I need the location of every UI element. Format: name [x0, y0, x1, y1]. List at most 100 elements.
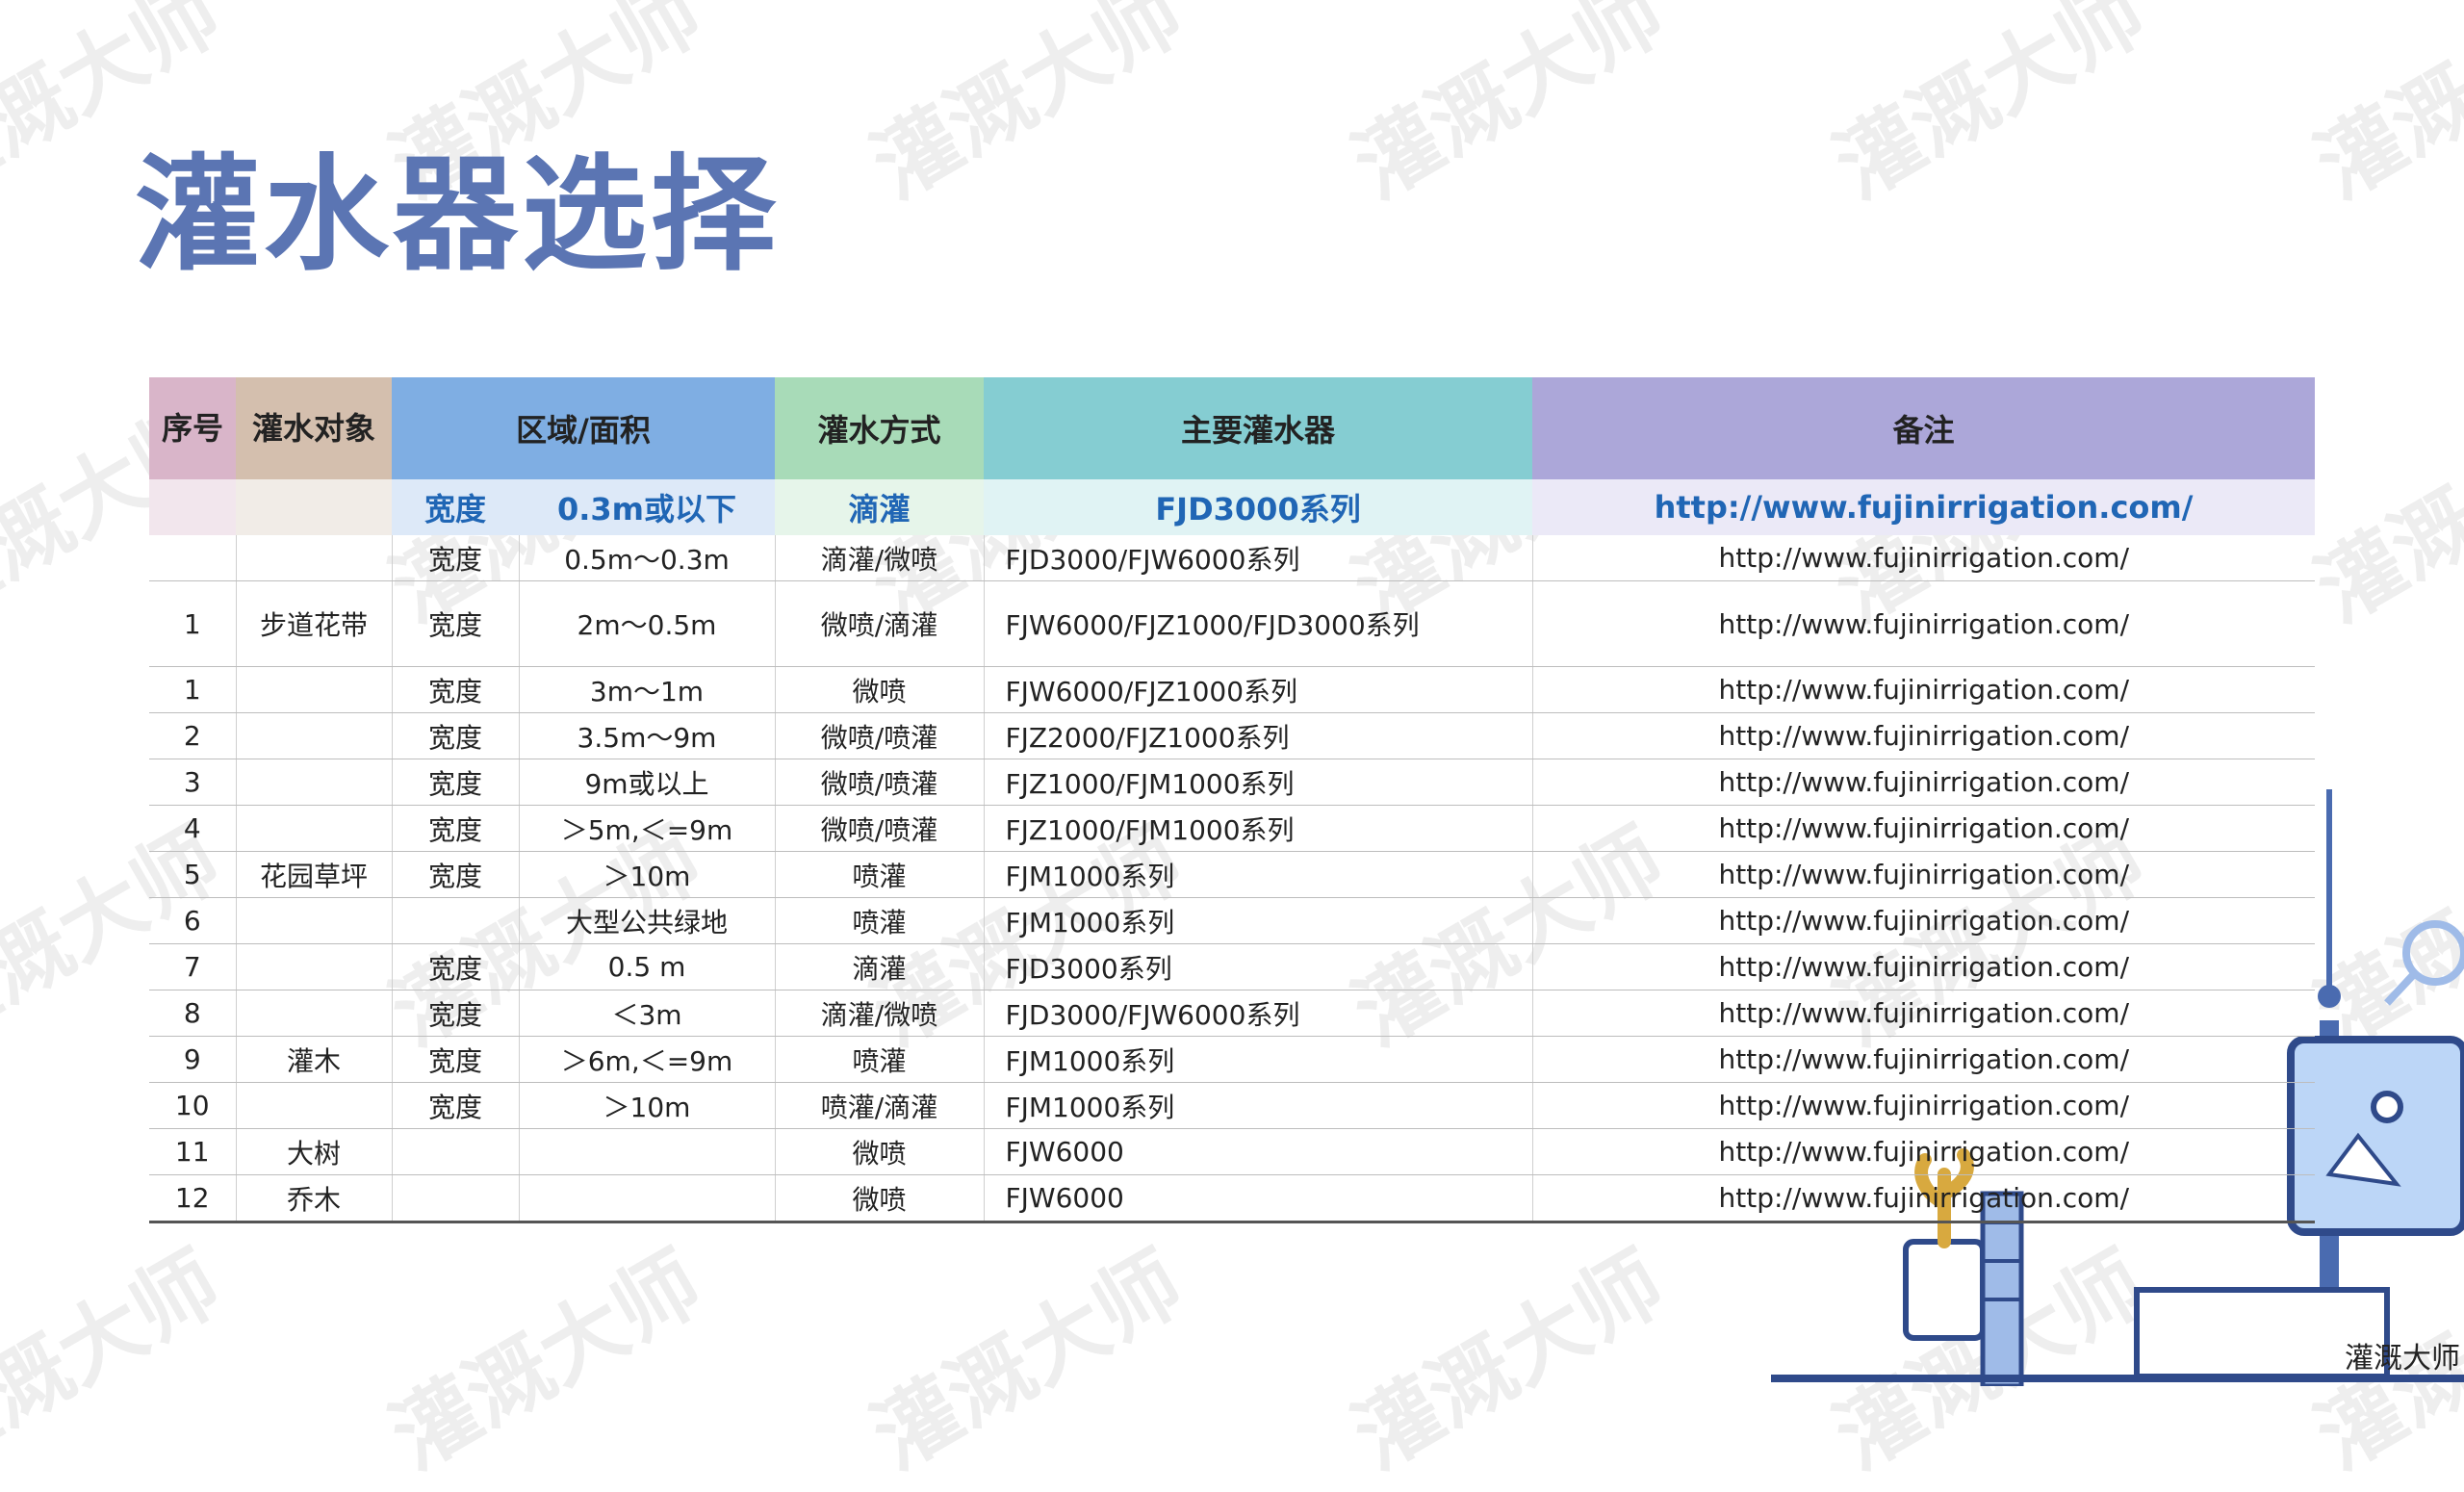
cell-main-irrigator: FJM1000系列: [983, 1036, 1533, 1083]
cell-object: 花园草坪: [235, 851, 392, 898]
cell-method: 微喷/喷灌: [774, 805, 985, 852]
plant-pot-icon: [1903, 1239, 1986, 1341]
irrigator-table-container: 序号 灌水对象 区域/面积 灌水方式 主要灌水器 备注 宽度 0.3m或以下 滴…: [149, 377, 2316, 1223]
cell-area-value: 0.5m～0.3m: [518, 535, 776, 581]
cell-main-irrigator: FJM1000系列: [983, 851, 1533, 898]
cell-area-type: 宽度: [391, 851, 519, 898]
cell-note-link[interactable]: http://www.fujinirrigation.com/: [1531, 990, 2316, 1037]
table-row: 8 宽度 ＜3m 滴灌/微喷 FJD3000/FJW6000系列 http://www.f…: [149, 990, 2316, 1037]
sub-main: FJD3000系列: [984, 479, 1533, 535]
table-row: 3 宽度 9m或以上 微喷/喷灌 FJZ1000/FJM1000系列 http://www…: [149, 759, 2316, 806]
cell-method: 微喷: [774, 1128, 985, 1175]
cell-no: 2: [149, 712, 236, 759]
cell-object: [235, 666, 392, 713]
table-header-row: 序号 灌水对象 区域/面积 灌水方式 主要灌水器 备注: [149, 377, 2316, 479]
header-main-irrigator: 主要灌水器: [984, 377, 1533, 479]
watermark-text: 灌溉大师: [1337, 0, 1681, 218]
cell-main-irrigator: FJD3000/FJW6000系列: [983, 990, 1533, 1037]
cell-method: 微喷/喷灌: [774, 712, 985, 759]
cell-note-link[interactable]: http://www.fujinirrigation.com/: [1531, 897, 2316, 944]
cell-no: 9: [149, 1036, 236, 1083]
cell-no: 7: [149, 943, 236, 990]
table-row: 7 宽度 0.5 m 滴灌 FJD3000系列 http://www.fujinirrig…: [149, 943, 2316, 990]
watermark-text: 灌溉大师: [0, 1232, 237, 1488]
cell-object: [235, 990, 392, 1037]
cell-method: 微喷/喷灌: [774, 759, 985, 806]
header-area: 区域/面积: [392, 377, 776, 479]
watermark-text: 灌溉大师: [856, 0, 1199, 218]
cell-no: 1: [149, 666, 236, 713]
cell-note-link[interactable]: http://www.fujinirrigation.com/: [1531, 1036, 2316, 1083]
cell-object: [235, 535, 392, 581]
cell-no: 3: [149, 759, 236, 806]
header-note: 备注: [1532, 377, 2316, 479]
watermark-text: 灌溉大师: [374, 1232, 718, 1488]
cell-method: 滴灌/微喷: [774, 535, 985, 581]
cell-no: 12: [149, 1174, 236, 1223]
cell-note-link[interactable]: http://www.fujinirrigation.com/: [1531, 759, 2316, 806]
cell-note-link[interactable]: http://www.fujinirrigation.com/: [1531, 580, 2316, 667]
cell-object: [235, 1082, 392, 1129]
header-no: 序号: [149, 377, 236, 479]
table-row: 宽度 0.5m～0.3m 滴灌/微喷 FJD3000/FJW6000系列 http://…: [149, 535, 2316, 581]
cell-area-type: 宽度: [391, 943, 519, 990]
cell-object: 灌木: [235, 1036, 392, 1083]
cell-area-value: 3.5m～9m: [518, 712, 776, 759]
cell-note-link[interactable]: http://www.fujinirrigation.com/: [1531, 666, 2316, 713]
sub-object: [236, 479, 392, 535]
table-row: 6 大型公共绿地 喷灌 FJM1000系列 http://www.fujinirriga…: [149, 897, 2316, 944]
cell-area-value: ＞10m: [518, 851, 776, 898]
cell-note-link[interactable]: http://www.fujinirrigation.com/: [1531, 943, 2316, 990]
cell-note-link[interactable]: http://www.fujinirrigation.com/: [1531, 1128, 2316, 1175]
cell-area-type: [391, 1174, 519, 1223]
watermark-text: 灌溉大师: [2299, 385, 2464, 641]
table-row: 2 宽度 3.5m～9m 微喷/喷灌 FJZ2000/FJZ1000系列 http://w…: [149, 712, 2316, 759]
cell-area-value: 2m～0.5m: [518, 580, 776, 667]
cell-note-link[interactable]: http://www.fujinirrigation.com/: [1531, 1174, 2316, 1223]
cell-area-value: ＞5m,＜=9m: [518, 805, 776, 852]
watermark-text: 灌溉大师: [2299, 0, 2464, 218]
cell-area-type: 宽度: [391, 1082, 519, 1129]
cell-method: 微喷/滴灌: [774, 580, 985, 667]
cell-note-link[interactable]: http://www.fujinirrigation.com/: [1531, 1082, 2316, 1129]
cell-object: 乔木: [235, 1174, 392, 1223]
table-row: 10 宽度 ＞10m 喷灌/滴灌 FJM1000系列 http://www.fujinir…: [149, 1082, 2316, 1129]
cell-note-link[interactable]: http://www.fujinirrigation.com/: [1531, 712, 2316, 759]
sub-area-value: 0.3m或以下: [519, 479, 776, 535]
cell-area-value: [518, 1128, 776, 1175]
cell-area-type: 宽度: [391, 990, 519, 1037]
cell-area-type: 宽度: [391, 712, 519, 759]
cell-area-value: 大型公共绿地: [518, 897, 776, 944]
cell-main-irrigator: FJD3000/FJW6000系列: [983, 535, 1533, 581]
page-title: 灌水器选择: [135, 141, 781, 288]
table-row: 1 步道花带 宽度 2m～0.5m 微喷/滴灌 FJW6000/FJZ1000/FJD30…: [149, 580, 2316, 667]
watermark-text: 灌溉大师: [1818, 0, 2162, 218]
cell-no: 1: [149, 580, 236, 667]
sub-no: [149, 479, 236, 535]
cell-no: 6: [149, 897, 236, 944]
cell-main-irrigator: FJZ1000/FJM1000系列: [983, 759, 1533, 806]
cell-method: 喷灌: [774, 1036, 985, 1083]
cell-main-irrigator: FJM1000系列: [983, 897, 1533, 944]
header-method: 灌水方式: [775, 377, 985, 479]
cell-note-link[interactable]: http://www.fujinirrigation.com/: [1531, 805, 2316, 852]
cell-no: 11: [149, 1128, 236, 1175]
cell-no: 5: [149, 851, 236, 898]
cell-area-value: [518, 1174, 776, 1223]
cell-area-type: 宽度: [391, 1036, 519, 1083]
cell-main-irrigator: FJW6000: [983, 1128, 1533, 1175]
cell-note-link[interactable]: http://www.fujinirrigation.com/: [1531, 851, 2316, 898]
table-row: 11 大树 微喷 FJW6000 http://www.fujinirrigation.…: [149, 1128, 2316, 1175]
cell-note-link[interactable]: http://www.fujinirrigation.com/: [1531, 535, 2316, 581]
cell-object: 大树: [235, 1128, 392, 1175]
cell-area-value: 0.5 m: [518, 943, 776, 990]
cell-main-irrigator: FJW6000/FJZ1000/FJD3000系列: [983, 580, 1533, 667]
sub-method: 滴灌: [775, 479, 985, 535]
cell-area-value: ＜3m: [518, 990, 776, 1037]
cell-no: 4: [149, 805, 236, 852]
cell-object: [235, 943, 392, 990]
cell-method: 滴灌/微喷: [774, 990, 985, 1037]
cell-main-irrigator: FJM1000系列: [983, 1082, 1533, 1129]
watermark-text: 灌溉大师: [856, 1232, 1199, 1488]
sub-note-link[interactable]: http://www.fujinirrigation.com/: [1532, 479, 2316, 535]
